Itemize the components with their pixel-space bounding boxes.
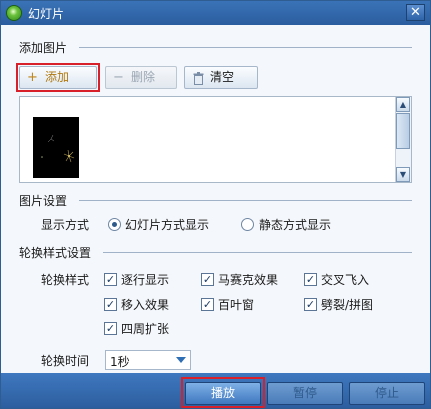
- checkbox-split-puzzle[interactable]: ✓: [304, 298, 317, 311]
- scroll-up-icon[interactable]: ▲: [396, 97, 410, 112]
- image-thumbnail[interactable]: [33, 117, 79, 178]
- close-button[interactable]: ✕: [406, 4, 425, 21]
- checkbox-line-by-line[interactable]: ✓: [104, 273, 117, 286]
- scroll-thumb[interactable]: [396, 113, 410, 149]
- app-logo-icon: [6, 5, 22, 21]
- transition-time-value: 1秒: [110, 355, 130, 369]
- minus-icon: −: [113, 70, 124, 85]
- checkbox-blinds-label: 百叶窗: [218, 298, 255, 312]
- radio-slideshow-mode[interactable]: [108, 218, 121, 231]
- add-images-heading: 添加图片: [19, 41, 68, 55]
- delete-button-label: 删除: [131, 70, 156, 84]
- vertical-scrollbar[interactable]: ▲ ▼: [395, 97, 411, 182]
- checkbox-mosaic[interactable]: ✓: [201, 273, 214, 286]
- trash-icon: [193, 71, 204, 92]
- window-title: 幻灯片: [28, 7, 65, 21]
- fireworks-image: [41, 134, 75, 163]
- checkbox-expand-label: 四周扩张: [121, 322, 170, 336]
- checkbox-split-puzzle-label: 劈裂/拼图: [321, 298, 374, 312]
- delete-button[interactable]: − 删除: [105, 66, 177, 89]
- checkbox-blinds[interactable]: ✓: [201, 298, 214, 311]
- checkbox-move-in[interactable]: ✓: [104, 298, 117, 311]
- transition-settings-heading: 轮换样式设置: [19, 246, 92, 260]
- highlight-box: [16, 63, 100, 92]
- divider: [79, 200, 412, 201]
- slideshow-dialog: 幻灯片 ✕ 添加图片 + 添加 − 删除 清空 ▲ ▼ 图片设置 显示方式 幻灯…: [0, 0, 431, 409]
- display-mode-label: 显示方式: [41, 218, 90, 232]
- footer-bar: 播放 暂停 停止: [1, 373, 430, 408]
- divider: [79, 47, 412, 48]
- title-bar: 幻灯片 ✕: [1, 1, 430, 25]
- highlight-box: [181, 377, 265, 408]
- checkbox-cross-fly-label: 交叉飞入: [321, 273, 370, 287]
- divider: [103, 252, 412, 253]
- image-settings-heading: 图片设置: [19, 194, 68, 208]
- checkbox-line-by-line-label: 逐行显示: [121, 273, 170, 287]
- radio-slideshow-label: 幻灯片方式显示: [125, 218, 210, 232]
- checkbox-mosaic-label: 马赛克效果: [218, 273, 279, 287]
- radio-static-label: 静态方式显示: [259, 218, 332, 232]
- checkbox-expand[interactable]: ✓: [104, 322, 117, 335]
- image-list[interactable]: ▲ ▼: [19, 96, 412, 183]
- stop-button[interactable]: 停止: [349, 382, 425, 405]
- dropdown-arrow-icon: [176, 357, 186, 363]
- transition-time-select[interactable]: 1秒: [105, 350, 191, 370]
- clear-button[interactable]: 清空: [184, 66, 258, 89]
- transition-style-label: 轮换样式: [41, 273, 90, 287]
- checkbox-move-in-label: 移入效果: [121, 298, 170, 312]
- pause-button[interactable]: 暂停: [267, 382, 343, 405]
- clear-button-label: 清空: [210, 70, 235, 84]
- scroll-down-icon[interactable]: ▼: [396, 167, 410, 182]
- transition-time-label: 轮换时间: [41, 354, 90, 368]
- checkbox-cross-fly[interactable]: ✓: [304, 273, 317, 286]
- radio-static-mode[interactable]: [241, 218, 254, 231]
